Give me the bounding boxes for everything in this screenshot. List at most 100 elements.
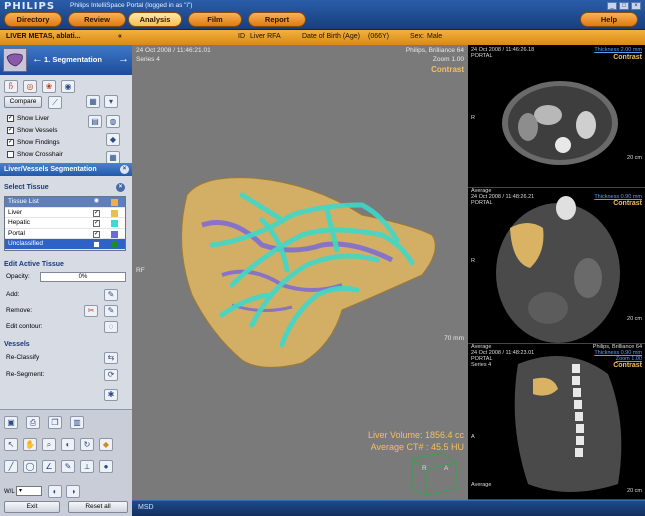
exit-button[interactable]: Exit — [4, 501, 60, 513]
liver-view-icon[interactable]: ◆ — [106, 133, 120, 146]
resegment-icon[interactable]: ⟳ — [104, 369, 118, 381]
liver-thumbnail-icon[interactable] — [3, 48, 27, 72]
layout-icon[interactable]: ▦ — [86, 95, 100, 108]
remove-brush-icon[interactable]: ✂ — [84, 305, 98, 317]
reset-all-button[interactable]: Reset all — [68, 501, 128, 513]
globe-icon[interactable]: ◍ — [106, 115, 120, 128]
main-zoom: Zoom 1.00 — [432, 56, 464, 63]
nav-directory-button[interactable]: Directory — [4, 12, 62, 27]
orientation-cube-icon[interactable] — [404, 447, 464, 497]
coronal-viewport[interactable]: Average 24 Oct 2008 / 11:48:26.21 PORTAL… — [468, 188, 645, 344]
wl-reset-icon[interactable]: ◐ — [48, 485, 62, 498]
sex-label: Sex: — [410, 33, 425, 40]
show-crosshair-checkbox[interactable]: Show Crosshair — [7, 151, 63, 158]
step-bar: ← 1. Segmentation → — [0, 45, 132, 75]
collapse-patient-button[interactable]: « — [118, 33, 122, 40]
tissue-row-liver[interactable]: Liver ✓ — [5, 208, 125, 218]
organ-icon[interactable]: ❀ — [42, 80, 56, 93]
nav-review-button[interactable]: Review — [68, 12, 126, 27]
scan-icon[interactable]: ◉ — [61, 80, 75, 93]
window-level-icon[interactable]: ◐ — [61, 438, 75, 451]
contour-tool-icon[interactable]: ◌ — [104, 321, 118, 333]
liver-volume: Liver Volume: 1856.4 cc — [367, 430, 464, 440]
main-orient: RF — [136, 267, 145, 274]
add-tool-icon[interactable]: ✎ — [104, 289, 118, 301]
minimize-icon[interactable]: _ — [607, 2, 617, 10]
book-icon[interactable]: ▥ — [70, 416, 84, 429]
view-options-icon[interactable]: ▾ — [104, 95, 118, 108]
right-viewports: 24 Oct 2008 / 11:46:26.18 PORTAL Thickne… — [468, 45, 645, 500]
ellipse-icon[interactable]: ◯ — [23, 460, 37, 473]
wl-label: W/L — [4, 489, 15, 495]
rotate-icon[interactable]: ↻ — [80, 438, 94, 451]
collapse-tissue-icon[interactable]: × — [116, 183, 125, 192]
axial-scale: 20 cm — [627, 155, 642, 161]
nav-report-button[interactable]: Report — [248, 12, 306, 27]
next-step-icon[interactable]: → — [118, 53, 129, 65]
bottom-row-3: ╱ ◯ ∠ ✎ ⟂ ● — [4, 460, 113, 473]
axial-ct-image — [502, 81, 618, 165]
pointer-icon[interactable]: ↖ — [4, 438, 18, 451]
sphere-icon[interactable]: ● — [99, 460, 113, 473]
maximize-icon[interactable]: □ — [619, 2, 629, 10]
color-icon — [111, 199, 118, 206]
axial-orient: R — [471, 115, 475, 121]
copy-icon[interactable]: ❐ — [48, 416, 62, 429]
add-label: Add: — [6, 291, 20, 298]
axial-portal: PORTAL — [471, 53, 493, 59]
zoom-icon[interactable]: ⌕ — [42, 438, 56, 451]
close-icon[interactable]: × — [631, 2, 641, 10]
liver-tool-icon[interactable]: ◆ — [99, 438, 113, 451]
remove-tool-icon[interactable]: ✎ — [104, 305, 118, 317]
angle-icon[interactable]: ∠ — [42, 460, 56, 473]
main-mode: Contrast — [431, 65, 464, 74]
sagittal-series: Series 4 — [471, 362, 492, 368]
sagittal-scale: 20 cm — [627, 488, 642, 494]
tissue-row-hepatic[interactable]: Hepatic ✓ — [5, 218, 125, 229]
lungs-icon[interactable]: ჩ — [4, 80, 18, 93]
settings-icon[interactable]: ✱ — [104, 389, 118, 401]
patient-age: (066Y) — [368, 33, 390, 40]
wl-invert-icon[interactable]: ◑ — [66, 485, 80, 498]
show-vessels-checkbox[interactable]: ✓ Show Vessels — [7, 127, 57, 134]
sagittal-viewport[interactable]: Average 24 Oct 2008 / 11:48:23.01 PORTAL… — [468, 344, 645, 500]
nav-film-button[interactable]: Film — [188, 12, 242, 27]
eye-icon: ◉ — [93, 198, 100, 204]
cube-r-label: R — [422, 465, 427, 472]
reclassify-label: Re-Classify — [6, 354, 40, 361]
bottom-row-2: ↖ ✋ ⌕ ◐ ↻ ◆ — [4, 438, 113, 451]
nav-help-button[interactable]: Help — [580, 12, 638, 27]
render-icon[interactable]: ▤ — [88, 115, 102, 128]
patient-id-label: ID — [238, 33, 245, 40]
line-icon[interactable]: ╱ — [4, 460, 18, 473]
sagittal-orient: A — [471, 434, 475, 440]
patient-sex: Male — [427, 33, 443, 40]
show-findings-checkbox[interactable]: ✓ Show Findings — [7, 139, 60, 146]
hand-icon[interactable]: ✋ — [23, 438, 37, 451]
save-icon[interactable]: ▣ — [4, 416, 18, 429]
target-icon[interactable]: ◎ — [23, 80, 37, 93]
collapse-icon[interactable]: × — [120, 165, 129, 174]
nav-analysis-button[interactable]: Analysis — [128, 12, 182, 27]
main-series: Series 4 — [136, 56, 160, 63]
brand-logo: PHILIPS — [4, 1, 56, 12]
opacity-slider[interactable]: 0% — [40, 272, 126, 282]
measure-icon[interactable]: ⟂ — [80, 460, 94, 473]
compare-button[interactable]: Compare — [4, 96, 42, 108]
edit-active-tissue-title: Edit Active Tissue — [4, 261, 64, 268]
tissue-row-unclassified[interactable]: Unclassified — [5, 239, 125, 250]
previous-step-icon[interactable]: ← — [32, 53, 43, 65]
pipette-icon[interactable]: ⟋ — [48, 96, 62, 109]
print-icon[interactable]: ⎙ — [26, 416, 40, 429]
tissue-row-portal[interactable]: Portal ✓ — [5, 229, 125, 239]
bottom-row-1: ▣ ⎙ ❐ ▥ — [4, 416, 84, 429]
show-liver-checkbox[interactable]: ✓ Show Liver — [7, 115, 49, 122]
wl-preset-select[interactable]: ▾ — [16, 486, 42, 496]
main-scale: 70 mm — [444, 335, 464, 342]
reclassify-icon[interactable]: ⇆ — [104, 352, 118, 364]
annotate-icon[interactable]: ✎ — [61, 460, 75, 473]
main-3d-viewport[interactable]: 24 Oct 2008 / 11:46:21.01 Series 4 Phili… — [132, 45, 468, 500]
select-tissue-title: Select Tissue × — [4, 183, 125, 192]
axial-thickness[interactable]: Thickness 2.00 mm — [594, 47, 642, 53]
axial-viewport[interactable]: 24 Oct 2008 / 11:46:26.18 PORTAL Thickne… — [468, 45, 645, 188]
